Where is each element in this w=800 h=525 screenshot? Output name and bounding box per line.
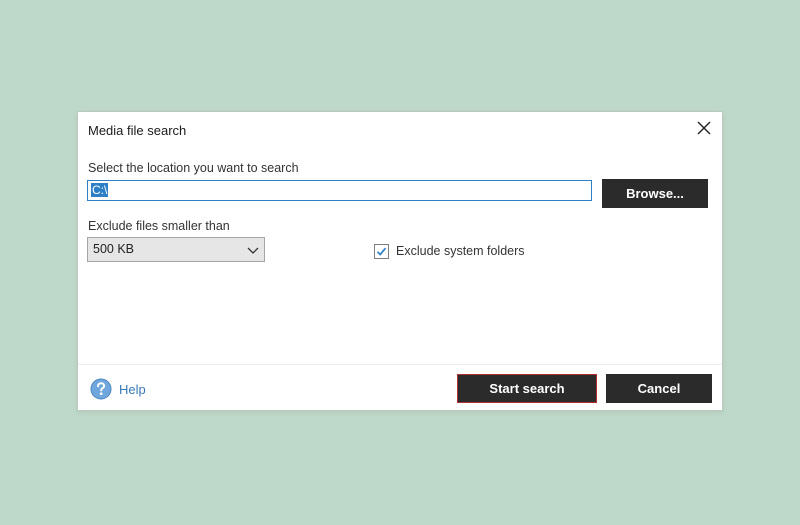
location-label: Select the location you want to search	[88, 161, 299, 175]
exclude-system-checkbox[interactable]	[374, 244, 389, 259]
dialog-title: Media file search	[88, 123, 187, 138]
close-icon	[694, 118, 714, 138]
footer-divider	[78, 364, 722, 365]
browse-button[interactable]: Browse...	[602, 179, 708, 208]
exclude-system-label: Exclude system folders	[396, 244, 525, 258]
location-input[interactable]: C:\	[87, 180, 592, 201]
checkmark-icon	[376, 247, 387, 256]
cancel-button[interactable]: Cancel	[606, 374, 712, 403]
close-button[interactable]	[694, 118, 714, 138]
help-link[interactable]: Help	[90, 377, 146, 401]
exclude-size-label: Exclude files smaller than	[88, 219, 230, 233]
media-file-search-dialog: Media file search Select the location yo…	[78, 112, 722, 410]
size-dropdown-value: 500 KB	[93, 242, 135, 256]
start-search-button[interactable]: Start search	[457, 374, 597, 403]
help-label: Help	[119, 381, 146, 397]
size-dropdown[interactable]: 500 KB	[87, 237, 265, 262]
chevron-down-icon	[247, 244, 259, 258]
help-question-icon	[90, 378, 112, 400]
location-input-value: C:\	[91, 183, 109, 197]
